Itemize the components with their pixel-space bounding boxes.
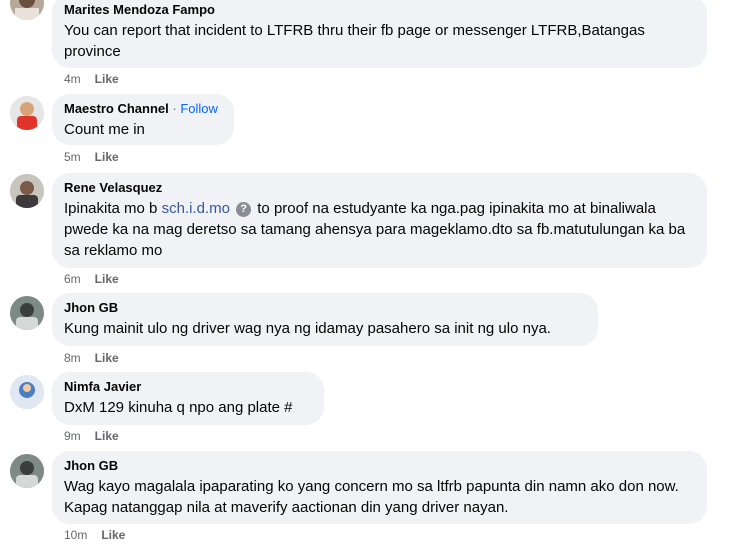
comment-time[interactable]: 5m (64, 150, 81, 164)
avatar[interactable] (10, 296, 44, 330)
separator-dot: · (168, 101, 181, 116)
text-part: Ipinakita mo b (64, 200, 162, 217)
comment-time[interactable]: 8m (64, 351, 81, 365)
comment-bubble: Marites Mendoza Fampo You can report tha… (52, 0, 707, 68)
comment-author[interactable]: Rene Velasquez (64, 179, 695, 196)
like-button[interactable]: Like (95, 272, 119, 286)
comment-meta: 4m Like (64, 72, 119, 86)
avatar[interactable] (10, 454, 44, 488)
comment-author[interactable]: Jhon GB (64, 299, 586, 316)
comment-meta: 9m Like (64, 429, 119, 443)
like-button[interactable]: Like (95, 429, 119, 443)
comment-meta: 6m Like (64, 272, 119, 286)
comment-author: Maestro Channel · Follow (64, 100, 222, 117)
comment-bubble: Jhon GB Wag kayo magalala ipaparating ko… (52, 451, 707, 524)
author-name[interactable]: Maestro Channel (64, 101, 169, 116)
follow-button[interactable]: Follow (180, 101, 218, 116)
comment-bubble: Rene Velasquez Ipinakita mo b sch.i.d.mo… (52, 173, 707, 268)
comment-bubble: Jhon GB Kung mainit ulo ng driver wag ny… (52, 293, 598, 346)
comment-author[interactable]: Marites Mendoza Fampo (64, 1, 695, 18)
like-button[interactable]: Like (101, 528, 125, 542)
comment-bubble: Nimfa Javier DxM 129 kinuha q npo ang pl… (52, 372, 324, 425)
comment-author[interactable]: Jhon GB (64, 457, 695, 474)
comment-meta: 5m Like (64, 150, 119, 164)
comment-text: Ipinakita mo b sch.i.d.mo ? to proof na … (64, 198, 695, 261)
comment-bubble: Maestro Channel · Follow Count me in (52, 94, 234, 145)
mention-link[interactable]: sch.i.d.mo (162, 200, 230, 217)
comment-text: Count me in (64, 121, 145, 138)
comment-time[interactable]: 9m (64, 429, 81, 443)
comment-time[interactable]: 10m (64, 528, 87, 542)
like-button[interactable]: Like (95, 72, 119, 86)
comment-author[interactable]: Nimfa Javier (64, 378, 312, 395)
comment-text: Wag kayo magalala ipaparating ko yang co… (64, 478, 679, 516)
comment-text: You can report that incident to LTFRB th… (64, 22, 645, 60)
comment-meta: 8m Like (64, 351, 119, 365)
like-button[interactable]: Like (95, 150, 119, 164)
avatar[interactable] (10, 96, 44, 130)
comment-time[interactable]: 4m (64, 72, 81, 86)
comment-text: DxM 129 kinuha q npo ang plate # (64, 399, 293, 416)
avatar[interactable] (10, 375, 44, 409)
question-icon[interactable]: ? (236, 202, 252, 217)
avatar[interactable] (10, 174, 44, 208)
like-button[interactable]: Like (95, 351, 119, 365)
comment-time[interactable]: 6m (64, 272, 81, 286)
comment-text: Kung mainit ulo ng driver wag nya ng ida… (64, 320, 551, 337)
comment-meta: 10m Like (64, 528, 125, 542)
avatar[interactable] (10, 0, 44, 20)
